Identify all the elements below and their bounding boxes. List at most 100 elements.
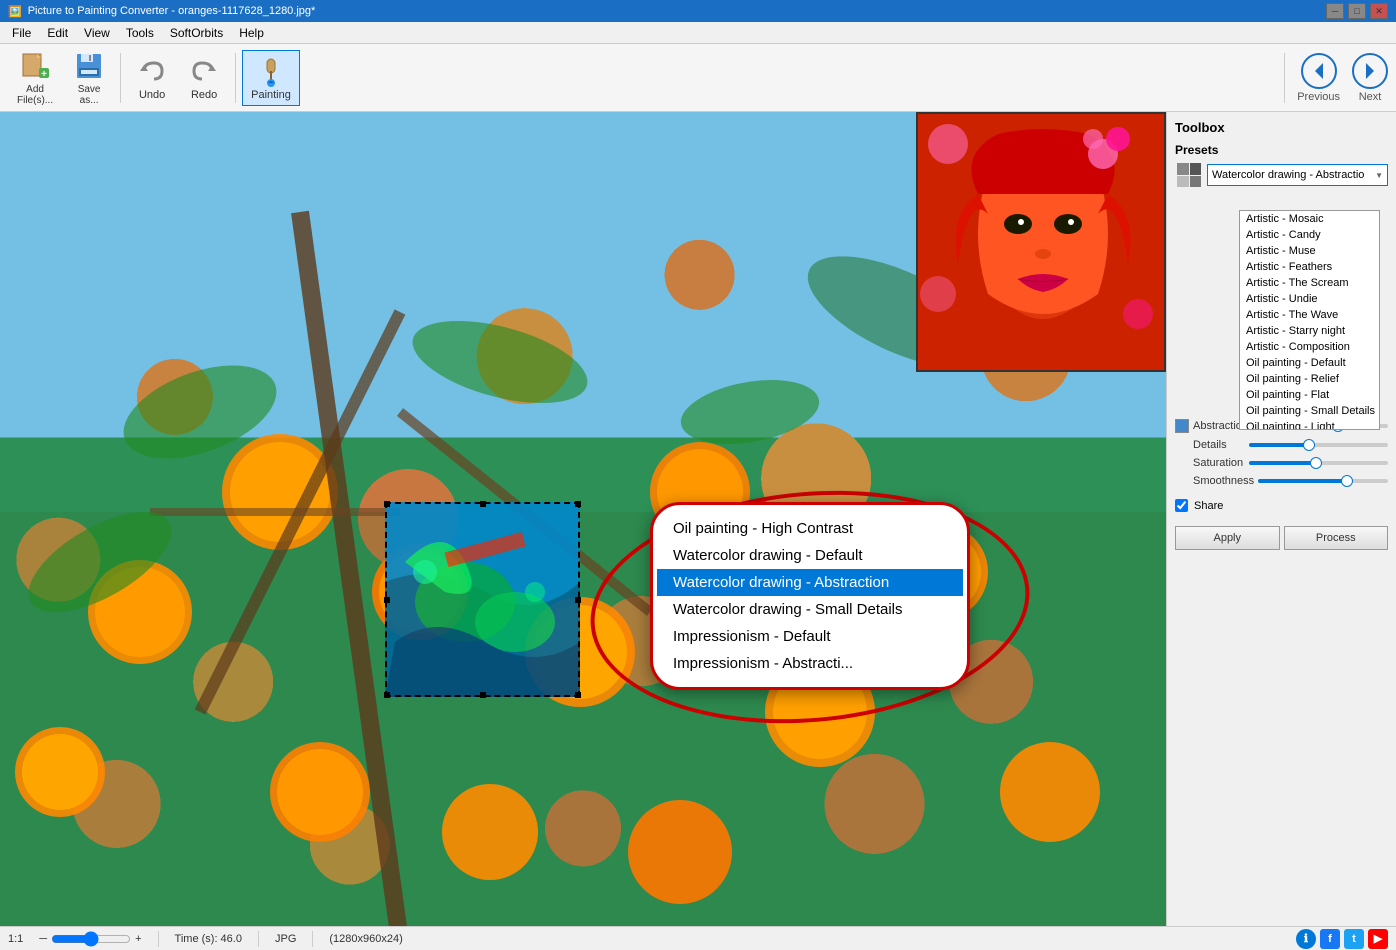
nav-separator <box>1284 53 1285 103</box>
twitter-icon[interactable]: t <box>1344 929 1364 949</box>
zoom-minus-icon[interactable]: ─ <box>39 933 47 945</box>
undo-label: Undo <box>139 89 165 101</box>
preset-item-7[interactable]: Artistic - Starry night <box>1240 323 1379 339</box>
presets-section: Presets Watercolor drawing - Abstractio … <box>1175 143 1388 189</box>
info-icon[interactable]: ℹ <box>1296 929 1316 949</box>
add-file-icon: + <box>19 50 51 82</box>
preset-item-11[interactable]: Oil painting - Flat <box>1240 387 1379 403</box>
enlarged-item-4[interactable]: Impressionism - Default <box>657 623 963 650</box>
app-icon: 🖼️ <box>8 5 22 18</box>
redo-button[interactable]: Redo <box>179 50 229 106</box>
previous-button[interactable]: Previous <box>1293 49 1344 107</box>
abstraction-color-swatch <box>1175 419 1189 433</box>
zoom-slider[interactable] <box>51 931 131 947</box>
presets-label: Presets <box>1175 143 1388 157</box>
smoothness-fill <box>1258 479 1349 483</box>
saturation-slider[interactable] <box>1249 461 1388 465</box>
details-thumb[interactable] <box>1303 439 1315 451</box>
painting-button[interactable]: Painting <box>242 50 300 106</box>
enlarged-item-1[interactable]: Watercolor drawing - Default <box>657 542 963 569</box>
toolbox-buttons: Apply Process <box>1175 526 1388 550</box>
smoothness-label: Smoothness <box>1175 475 1254 487</box>
menu-file[interactable]: File <box>4 24 39 42</box>
saturation-fill <box>1249 461 1319 465</box>
enlarged-item-5[interactable]: Impressionism - Abstracti... <box>657 650 963 677</box>
smoothness-thumb[interactable] <box>1341 475 1353 487</box>
enlarged-dropdown-overlay: Oil painting - High Contrast Watercolor … <box>650 502 970 690</box>
main-content: Oil painting - High Contrast Watercolor … <box>0 112 1396 926</box>
save-as-label: Save as... <box>78 84 101 106</box>
preset-item-9[interactable]: Oil painting - Default <box>1240 355 1379 371</box>
share-checkbox[interactable] <box>1175 499 1188 512</box>
smoothness-slider[interactable] <box>1258 479 1388 483</box>
add-files-label: Add File(s)... <box>17 84 53 106</box>
presets-row: Watercolor drawing - Abstractio ▼ Artist… <box>1175 161 1388 189</box>
painting-label: Painting <box>251 89 291 101</box>
presets-combobox[interactable]: Watercolor drawing - Abstractio ▼ <box>1207 164 1388 186</box>
saturation-thumb[interactable] <box>1310 457 1322 469</box>
youtube-icon[interactable]: ▶ <box>1368 929 1388 949</box>
process-button[interactable]: Process <box>1284 526 1389 550</box>
checkbox-row: Share <box>1175 499 1388 512</box>
preset-item-4[interactable]: Artistic - The Scream <box>1240 275 1379 291</box>
presets-icon <box>1175 161 1203 189</box>
menu-bar: File Edit View Tools SoftOrbits Help <box>0 22 1396 44</box>
svg-text:+: + <box>41 69 47 80</box>
facebook-icon[interactable]: f <box>1320 929 1340 949</box>
saturation-label: Saturation <box>1175 457 1245 469</box>
title-bar-controls[interactable]: ─ □ ✕ <box>1326 3 1388 19</box>
preset-item-12[interactable]: Oil painting - Small Details <box>1240 403 1379 419</box>
title-bar: 🖼️ Picture to Painting Converter - orang… <box>0 0 1396 22</box>
enlarged-item-0[interactable]: Oil painting - High Contrast <box>657 515 963 542</box>
save-as-button[interactable]: Save as... <box>64 45 114 111</box>
preset-item-13[interactable]: Oil painting - Light <box>1240 419 1379 430</box>
share-label[interactable]: Share <box>1194 500 1223 512</box>
add-files-button[interactable]: + Add File(s)... <box>8 45 62 111</box>
preset-item-1[interactable]: Artistic - Candy <box>1240 227 1379 243</box>
title-bar-left: 🖼️ Picture to Painting Converter - orang… <box>8 5 315 18</box>
time-label: Time (s): 46.0 <box>175 933 242 945</box>
preset-item-5[interactable]: Artistic - Undie <box>1240 291 1379 307</box>
preset-item-2[interactable]: Artistic - Muse <box>1240 243 1379 259</box>
maximize-button[interactable]: □ <box>1348 3 1366 19</box>
preset-item-3[interactable]: Artistic - Feathers <box>1240 259 1379 275</box>
apply-button[interactable]: Apply <box>1175 526 1280 550</box>
preset-item-8[interactable]: Artistic - Composition <box>1240 339 1379 355</box>
undo-icon <box>136 55 168 87</box>
preview-painting <box>918 114 1166 372</box>
preset-item-0[interactable]: Artistic - Mosaic <box>1240 211 1379 227</box>
menu-tools[interactable]: Tools <box>118 24 162 42</box>
details-row: Details <box>1175 439 1388 451</box>
close-button[interactable]: ✕ <box>1370 3 1388 19</box>
redo-label: Redo <box>191 89 217 101</box>
zoom-value: 1:1 <box>8 933 23 945</box>
minimize-button[interactable]: ─ <box>1326 3 1344 19</box>
presets-small-icon <box>1177 163 1201 187</box>
details-slider[interactable] <box>1249 443 1388 447</box>
next-label: Next <box>1359 91 1382 103</box>
preset-item-6[interactable]: Artistic - The Wave <box>1240 307 1379 323</box>
next-icon <box>1352 53 1388 89</box>
undo-button[interactable]: Undo <box>127 50 177 106</box>
next-button[interactable]: Next <box>1348 49 1392 107</box>
zoom-plus-icon[interactable]: + <box>135 933 141 945</box>
nav-area: Previous Next <box>1280 44 1392 112</box>
dimensions-label: (1280x960x24) <box>329 933 402 945</box>
presets-dropdown-list[interactable]: Artistic - Mosaic Artistic - Candy Artis… <box>1239 210 1380 430</box>
menu-help[interactable]: Help <box>231 24 272 42</box>
canvas-area[interactable]: Oil painting - High Contrast Watercolor … <box>0 112 1166 926</box>
details-label: Details <box>1175 439 1245 451</box>
preset-item-10[interactable]: Oil painting - Relief <box>1240 371 1379 387</box>
menu-softorbits[interactable]: SoftOrbits <box>162 24 231 42</box>
dropdown-arrow-icon: ▼ <box>1375 171 1383 180</box>
window-title: Picture to Painting Converter - oranges-… <box>28 5 316 17</box>
selection-painting <box>385 502 580 697</box>
enlarged-item-2[interactable]: Watercolor drawing - Abstraction <box>657 569 963 596</box>
menu-view[interactable]: View <box>76 24 118 42</box>
toolbox-title: Toolbox <box>1175 120 1388 135</box>
menu-edit[interactable]: Edit <box>39 24 76 42</box>
presets-dropdown-container: Watercolor drawing - Abstractio ▼ Artist… <box>1207 164 1388 186</box>
previous-label: Previous <box>1297 91 1340 103</box>
toolbar: + Add File(s)... Save as... Undo <box>0 44 1396 112</box>
enlarged-item-3[interactable]: Watercolor drawing - Small Details <box>657 596 963 623</box>
